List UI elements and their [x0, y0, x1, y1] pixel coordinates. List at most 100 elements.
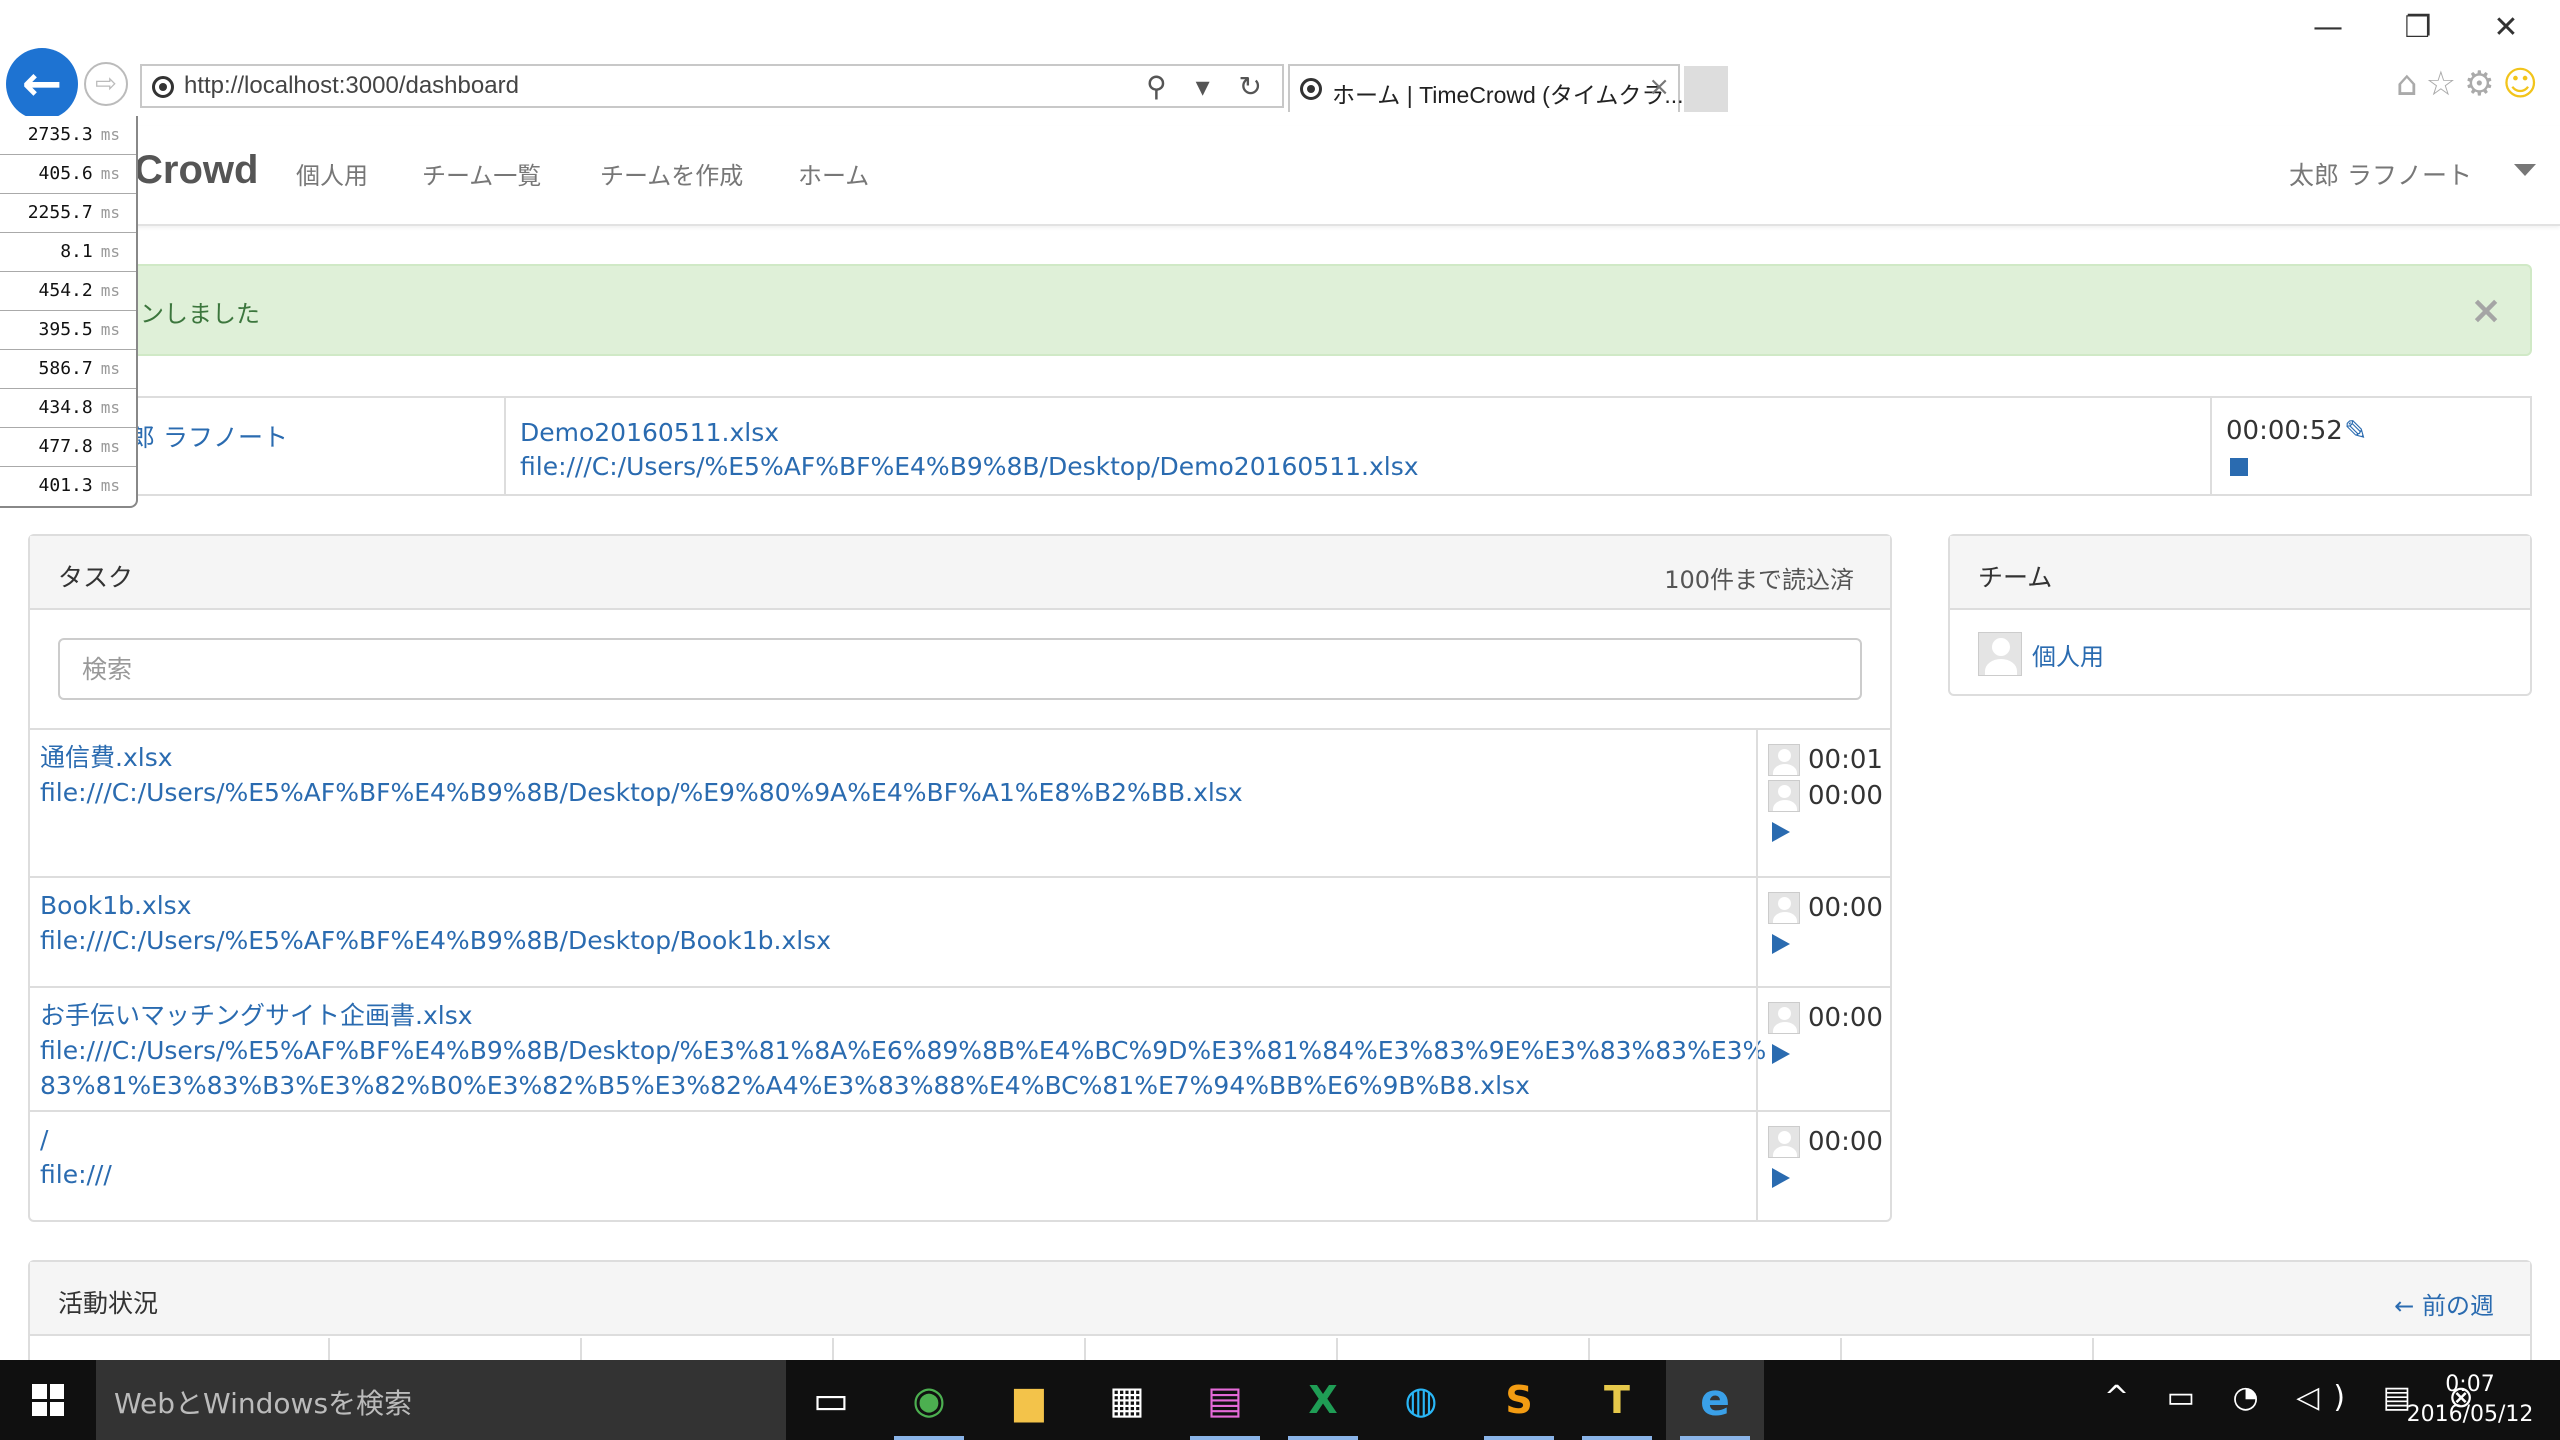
- current-task: Demo20160511.xlsx file:///C:/Users/%E5%A…: [520, 416, 1419, 484]
- address-bar[interactable]: http://localhost:3000/dashboard ⚲ ▾ ↻: [140, 64, 1284, 108]
- task-info: / file:///: [40, 1122, 1770, 1192]
- nav-item-home[interactable]: ホーム: [798, 156, 869, 191]
- taskbar-app-chrome[interactable]: ◉: [880, 1360, 978, 1440]
- profiler-row[interactable]: 477.8 ms: [0, 428, 136, 467]
- profiler-timings[interactable]: 2735.3 ms 405.6 ms 2255.7 ms 8.1 ms 454.2 ms …: [0, 116, 138, 508]
- task-url-link[interactable]: file:///C:/Users/%E5%AF%BF%E4%B9%8B/Desk…: [40, 923, 1770, 958]
- sublime-icon: S: [1505, 1378, 1533, 1422]
- chevron-down-icon[interactable]: [2514, 164, 2536, 176]
- task-user-time: 00:01: [1768, 742, 1890, 778]
- avatar: [1768, 1002, 1800, 1034]
- taskbar-clock[interactable]: 0:07 2016/05/12: [2400, 1370, 2540, 1430]
- back-button[interactable]: ←: [6, 48, 78, 120]
- tab-close-button[interactable]: ×: [1648, 72, 1670, 102]
- gear-icon[interactable]: ⚙: [2464, 64, 2502, 104]
- play-icon[interactable]: [1772, 1168, 1790, 1188]
- nav-item-create-team[interactable]: チームを作成: [600, 156, 743, 191]
- profiler-row[interactable]: 405.6 ms: [0, 155, 136, 194]
- task-user-time: 00:00: [1768, 890, 1890, 926]
- task-url-link[interactable]: file:///: [40, 1157, 1770, 1192]
- task-view-button[interactable]: ▭: [782, 1360, 880, 1440]
- profiler-row[interactable]: 454.2 ms: [0, 272, 136, 311]
- team-item-label[interactable]: 個人用: [2032, 637, 2104, 672]
- clock-date: 2016/05/12: [2406, 1402, 2534, 1427]
- task-url-link[interactable]: file:///C:/Users/%E5%AF%BF%E4%B9%8B/Desk…: [40, 1033, 1770, 1103]
- current-user-link[interactable]: 郎 ラフノート: [130, 418, 288, 454]
- tasks-panel-header: タスク 100件まで読込済: [30, 536, 1890, 610]
- store-icon: ▦: [1109, 1378, 1145, 1422]
- task-search-input[interactable]: [58, 638, 1862, 700]
- taskbar-app-explorer[interactable]: ▆: [980, 1360, 1078, 1440]
- activity-panel-header: 活動状況 ← 前の週: [30, 1262, 2530, 1336]
- close-icon[interactable]: ×: [2470, 288, 2502, 332]
- play-icon[interactable]: [1772, 934, 1790, 954]
- close-window-button[interactable]: ✕: [2476, 6, 2536, 50]
- task-name-link[interactable]: 通信費.xlsx: [40, 740, 1770, 775]
- tab-title[interactable]: ホーム | TimeCrowd (タイムクラ...: [1332, 76, 1684, 110]
- profiler-row[interactable]: 586.7 ms: [0, 350, 136, 389]
- elapsed-time: 00:00:52: [2226, 416, 2343, 446]
- task-timers: 00:01 00:00: [1756, 730, 1890, 876]
- stop-icon[interactable]: [2230, 458, 2248, 476]
- task-url-link[interactable]: file:///C:/Users/%E5%AF%BF%E4%B9%8B/Desk…: [40, 775, 1770, 810]
- profiler-row[interactable]: 395.5 ms: [0, 311, 136, 350]
- taskbar-search-placeholder[interactable]: WebとWindowsを検索: [114, 1382, 412, 1422]
- start-button[interactable]: [0, 1360, 96, 1440]
- taskbar-app-ie[interactable]: e: [1666, 1360, 1764, 1440]
- task-view-icon: ▭: [813, 1378, 849, 1422]
- browser-toolbar-icons: ⌂☆⚙☺: [2396, 64, 2546, 104]
- user-menu[interactable]: 太郎 ラフノート: [2289, 156, 2472, 192]
- profiler-row[interactable]: 401.3 ms: [0, 467, 136, 506]
- taskbar-app-docker[interactable]: ◍: [1372, 1360, 1470, 1440]
- star-icon[interactable]: ☆: [2426, 64, 2464, 104]
- team-panel: チーム 個人用: [1948, 534, 2532, 696]
- nav-item-team-list[interactable]: チーム一覧: [422, 156, 541, 191]
- taskbar-search[interactable]: WebとWindowsを検索: [96, 1360, 786, 1440]
- current-timer-row: 郎 ラフノート Demo20160511.xlsx file:///C:/Use…: [28, 396, 2532, 496]
- excel-icon: X: [1308, 1378, 1338, 1422]
- nav-item-personal[interactable]: 個人用: [296, 156, 368, 191]
- address-bar-actions[interactable]: ⚲ ▾ ↻: [1146, 70, 1272, 103]
- site-identity-icon[interactable]: [152, 76, 174, 98]
- task-user-time: 00:00: [1768, 1000, 1890, 1036]
- brand-logo[interactable]: Crowd: [134, 148, 258, 193]
- tasks-title: タスク: [58, 563, 134, 592]
- profiler-row[interactable]: 2255.7 ms: [0, 194, 136, 233]
- taskbar-app-store[interactable]: ▦: [1078, 1360, 1176, 1440]
- restore-button[interactable]: ❐: [2388, 6, 2448, 50]
- task-info: 通信費.xlsx file:///C:/Users/%E5%AF%BF%E4%B…: [40, 740, 1770, 810]
- address-url[interactable]: http://localhost:3000/dashboard: [184, 72, 519, 100]
- team-panel-header: チーム: [1950, 536, 2530, 610]
- team-title: チーム: [1978, 563, 2053, 592]
- minimize-button[interactable]: —: [2298, 6, 2358, 50]
- play-icon[interactable]: [1772, 822, 1790, 842]
- task-name-link[interactable]: お手伝いマッチングサイト企画書.xlsx: [40, 998, 1770, 1033]
- profiler-row[interactable]: 8.1 ms: [0, 233, 136, 272]
- taskbar-app-notepad[interactable]: T: [1568, 1360, 1666, 1440]
- profiler-row[interactable]: 2735.3 ms: [0, 116, 136, 155]
- task-name-link[interactable]: Book1b.xlsx: [40, 888, 1770, 923]
- avatar: [1768, 744, 1800, 776]
- app-navbar: Crowd 個人用 チーム一覧 チームを作成 ホーム 太郎 ラフノート: [0, 126, 2560, 226]
- task-name-link[interactable]: /: [40, 1122, 1770, 1157]
- pencil-icon[interactable]: ✎: [2344, 414, 2367, 447]
- current-task-name[interactable]: Demo20160511.xlsx: [520, 416, 1419, 450]
- current-task-url[interactable]: file:///C:/Users/%E5%AF%BF%E4%B9%8B/Desk…: [520, 450, 1419, 484]
- profiler-row[interactable]: 434.8 ms: [0, 389, 136, 428]
- home-icon[interactable]: ⌂: [2396, 64, 2426, 104]
- smiley-icon[interactable]: ☺: [2503, 64, 2546, 104]
- prev-week-link[interactable]: ← 前の週: [2394, 1286, 2494, 1321]
- ie-icon: e: [1700, 1374, 1730, 1426]
- task-row: Book1b.xlsx file:///C:/Users/%E5%AF%BF%E…: [30, 878, 1890, 988]
- team-item-personal[interactable]: 個人用: [1978, 632, 2104, 676]
- task-row: お手伝いマッチングサイト企画書.xlsx file:///C:/Users/%E…: [30, 988, 1890, 1112]
- play-icon[interactable]: [1772, 1044, 1790, 1064]
- browser-tab[interactable]: ホーム | TimeCrowd (タイムクラ... ×: [1288, 64, 1684, 112]
- avatar: [1768, 780, 1800, 812]
- avatar: [1978, 632, 2022, 676]
- taskbar-app-excel[interactable]: X: [1274, 1360, 1372, 1440]
- taskbar-app-sublime[interactable]: S: [1470, 1360, 1568, 1440]
- forward-button[interactable]: ⇨: [84, 62, 128, 106]
- new-tab-button[interactable]: [1684, 66, 1728, 112]
- taskbar-app-paint[interactable]: ▤: [1176, 1360, 1274, 1440]
